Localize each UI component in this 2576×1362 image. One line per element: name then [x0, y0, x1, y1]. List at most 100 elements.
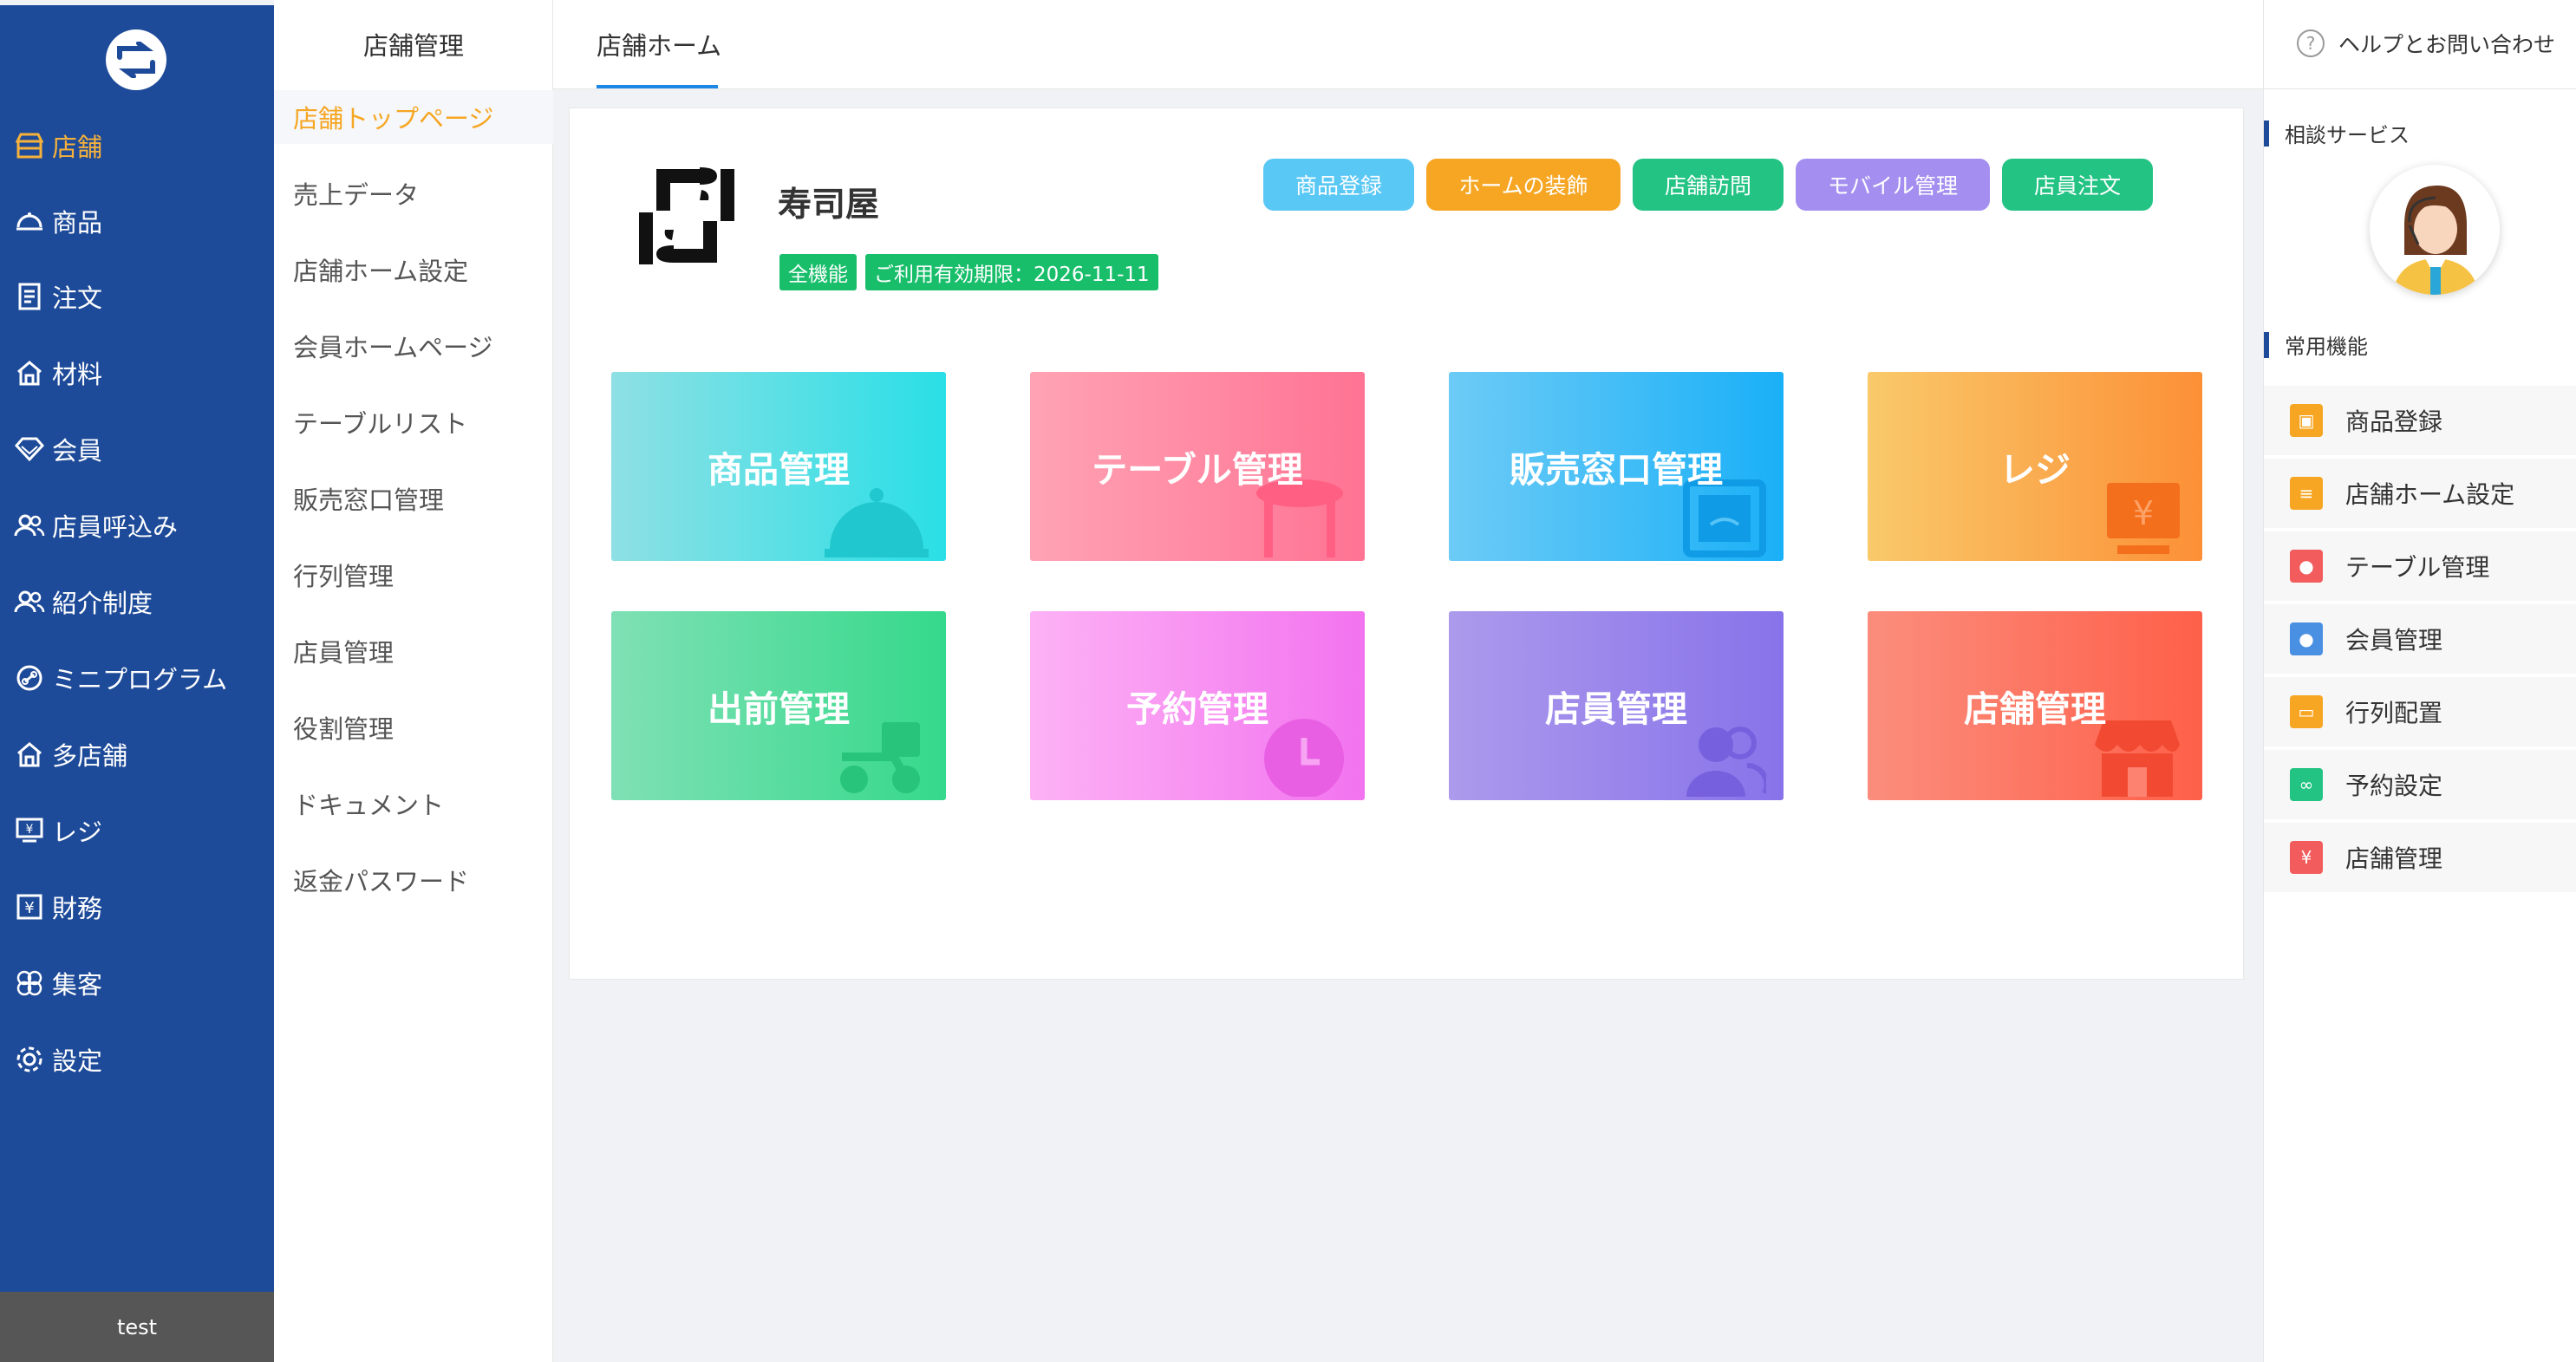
quick-link-label: 予約設定 [2345, 772, 2443, 800]
section-title: 相談サービス [2285, 123, 2410, 147]
quick-link-label: 会員管理 [2345, 626, 2443, 655]
submenu-item-member-homepage[interactable]: 会員ホームページ [274, 319, 553, 373]
cloche-icon [12, 204, 47, 238]
submenu-item-store-top[interactable]: 店舗トップページ [274, 90, 553, 144]
consult-section-title: 相談サービス [2264, 118, 2410, 148]
register-icon: ¥ [12, 813, 47, 848]
sidebar-item-settings[interactable]: 設定 [0, 1033, 274, 1085]
quick-link-label: 店舗ホーム設定 [2345, 480, 2515, 509]
tile-staff-management[interactable]: 店員管理 [1449, 611, 1784, 800]
staff-order-button[interactable]: 店員注文 [2002, 159, 2153, 211]
tile-label: 出前管理 [708, 688, 850, 730]
submenu-item-label: 販売窓口管理 [293, 485, 445, 515]
sidebar-item-finance[interactable]: ¥ 財務 [0, 881, 274, 933]
svg-text:¥: ¥ [24, 899, 34, 917]
submenu-item-label: ドキュメント [293, 791, 445, 820]
submenu-item-refund-password[interactable]: 返金パスワード [274, 853, 553, 907]
sidebar-item-label: 商品 [52, 208, 103, 238]
home-decoration-button[interactable]: ホームの装飾 [1426, 159, 1621, 211]
sidebar-item-register[interactable]: ¥ レジ [0, 805, 274, 857]
submenu-item-sales-data[interactable]: 売上データ [274, 166, 553, 220]
queue-icon: ▭ [2290, 695, 2323, 728]
tile-label: 商品管理 [708, 449, 850, 491]
tile-label: テーブル管理 [1092, 449, 1303, 491]
consultant-avatar[interactable] [2370, 165, 2500, 295]
quick-link-product-register[interactable]: ▣ 商品登録 [2264, 386, 2576, 455]
tile-label: 店舗管理 [1964, 688, 2106, 730]
users-icon [12, 584, 47, 619]
tile-table-management[interactable]: テーブル管理 [1030, 372, 1365, 561]
quick-link-queue-config[interactable]: ▭ 行列配置 [2264, 677, 2576, 746]
sidebar-item-label: 多店舗 [52, 741, 128, 771]
expiry-badge: ご利用有効期限：2026-11-11 [865, 254, 1158, 290]
product-register-button[interactable]: 商品登録 [1263, 159, 1414, 211]
tile-reservation-management[interactable]: 予約管理 [1030, 611, 1365, 800]
tile-product-management[interactable]: 商品管理 [611, 372, 946, 561]
sidebar-item-mini-program[interactable]: ミニプログラム [0, 652, 274, 704]
submenu-item-roles[interactable]: 役割管理 [274, 701, 553, 754]
sidebar-item-staff-call[interactable]: 店員呼込み [0, 499, 274, 551]
sidebar-item-referral[interactable]: 紹介制度 [0, 576, 274, 628]
quick-action-bar: 商品登録 ホームの装飾 店舗訪問 モバイル管理 店員注文 [1263, 159, 2153, 211]
tile-sales-counter-management[interactable]: 販売窓口管理 [1449, 372, 1784, 561]
sidebar-item-label: 会員 [52, 436, 103, 466]
tile-label: 販売窓口管理 [1510, 449, 1723, 491]
submenu-item-label: テーブルリスト [293, 409, 468, 439]
sidebar-item-label: 財務 [52, 894, 103, 923]
quick-link-label: 店舗管理 [2345, 844, 2443, 873]
tile-store-management[interactable]: 店舗管理 [1868, 611, 2202, 800]
sidebar-item-label: 店舗 [52, 133, 103, 162]
tile-delivery-management[interactable]: 出前管理 [611, 611, 946, 800]
user-account[interactable]: test [0, 1292, 274, 1362]
clipboard-icon: ≡ [2290, 477, 2323, 510]
gear-icon [12, 1042, 47, 1077]
sidebar-item-label: 店員呼込み [52, 512, 179, 542]
submenu-item-sales-counter[interactable]: 販売窓口管理 [274, 472, 553, 525]
yen-icon: ¥ [12, 890, 47, 924]
submenu-item-staff[interactable]: 店員管理 [274, 624, 553, 678]
users-icon [12, 508, 47, 543]
sidebar-item-label: ミニプログラム [52, 665, 228, 694]
sidebar-item-store[interactable]: 店舗 [0, 120, 274, 172]
sidebar-item-members[interactable]: 会員 [0, 423, 274, 475]
tile-label: レジ [1999, 449, 2071, 491]
submenu-item-store-home-settings[interactable]: 店舗ホーム設定 [274, 243, 553, 297]
sidebar-item-orders[interactable]: 注文 [0, 270, 274, 323]
top-bar: 店舗ホーム [553, 0, 2263, 89]
sidebar-item-marketing[interactable]: 集客 [0, 957, 274, 1009]
submenu-item-documents[interactable]: ドキュメント [274, 777, 553, 831]
quick-link-reservation-settings[interactable]: ∞ 予約設定 [2264, 750, 2576, 819]
help-link[interactable]: ? ヘルプとお問い合わせ [2297, 28, 2555, 59]
quick-link-member-management[interactable]: ● 会員管理 [2264, 604, 2576, 674]
sidebar-item-products[interactable]: 商品 [0, 195, 274, 247]
house-icon [12, 737, 47, 772]
store-visit-button[interactable]: 店舗訪問 [1633, 159, 1784, 211]
submenu-item-queue[interactable]: 行列管理 [274, 548, 553, 602]
tile-register[interactable]: レジ ¥ [1868, 372, 2202, 561]
submenu-title: 店舗管理 [362, 31, 464, 61]
username: test [116, 1314, 158, 1339]
section-bar [2264, 120, 2269, 147]
quick-link-label: 商品登録 [2345, 407, 2443, 436]
sidebar-item-label: 紹介制度 [52, 589, 153, 618]
diamond-icon [12, 432, 47, 466]
app-logo[interactable] [106, 29, 166, 90]
quick-link-table-management[interactable]: ● テーブル管理 [2264, 531, 2576, 601]
submenu-item-label: 会員ホームページ [293, 333, 493, 362]
store-submenu: 店舗管理 店舗トップページ 売上データ 店舗ホーム設定 会員ホームページ テーブ… [274, 0, 553, 1362]
right-panel: ? ヘルプとお問い合わせ 相談サービス 常用機能 ▣ 商品登録 ≡ 店舗ホーム設… [2263, 0, 2576, 1362]
mobile-management-button[interactable]: モバイル管理 [1796, 159, 1990, 211]
quick-link-store-management[interactable]: ¥ 店舗管理 [2264, 823, 2576, 892]
active-tab-indicator [597, 85, 718, 88]
submenu-item-label: 行列管理 [293, 562, 395, 591]
section-bar [2264, 331, 2269, 358]
quick-link-store-home-settings[interactable]: ≡ 店舗ホーム設定 [2264, 459, 2576, 528]
submenu-item-label: 返金パスワード [293, 867, 470, 896]
document-icon [12, 279, 47, 314]
tab-store-home[interactable]: 店舗ホーム [597, 26, 721, 62]
submenu-item-table-list[interactable]: テーブルリスト [274, 395, 553, 449]
store-home-card: 寿司屋 全機能 ご利用有効期限：2026-11-11 商品登録 ホームの装飾 店… [569, 108, 2244, 980]
sidebar-item-label: 注文 [52, 283, 103, 313]
sidebar-item-materials[interactable]: 材料 [0, 347, 274, 399]
sidebar-item-multi-store[interactable]: 多店舗 [0, 728, 274, 780]
